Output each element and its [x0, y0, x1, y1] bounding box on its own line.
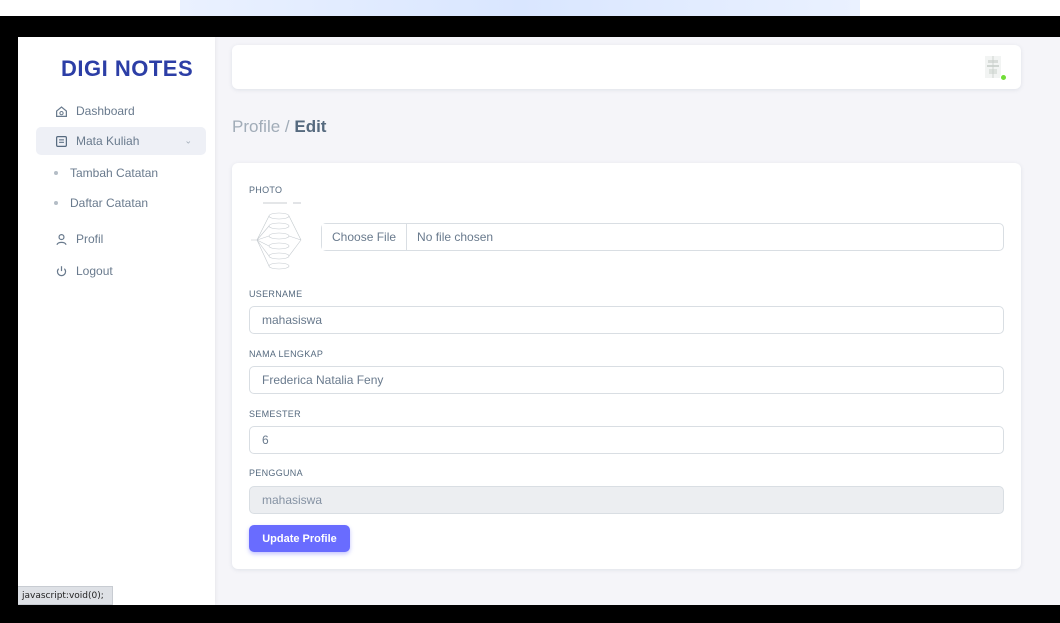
profile-photo-preview — [249, 200, 311, 274]
bullet-icon — [54, 201, 58, 205]
photo-label: PHOTO — [249, 185, 283, 195]
photo-thumbnail-image — [249, 200, 311, 274]
top-navbar — [232, 45, 1021, 89]
power-icon — [54, 264, 68, 278]
sidebar-item-label: Logout — [76, 264, 113, 278]
update-profile-button[interactable]: Update Profile — [249, 525, 350, 552]
sidebar-item-profil[interactable]: Profil — [36, 225, 206, 253]
choose-file-button[interactable]: Choose File — [322, 224, 408, 250]
page-title: Profile / Edit — [232, 117, 326, 137]
online-status-dot — [1000, 74, 1007, 81]
pengguna-label: PENGGUNA — [249, 468, 303, 478]
sidebar-subitem-daftar-catatan[interactable]: Daftar Catatan — [54, 193, 148, 213]
semester-label: SEMESTER — [249, 409, 301, 419]
breadcrumb-current: Edit — [294, 117, 327, 136]
sidebar-item-dashboard[interactable]: Dashboard — [36, 97, 206, 125]
username-input[interactable]: mahasiswa — [249, 306, 1004, 334]
top-strip — [0, 0, 1060, 16]
file-status-text: No file chosen — [417, 230, 494, 244]
chevron-down-icon: ⌄ — [184, 135, 192, 146]
sidebar-item-logout[interactable]: Logout — [36, 257, 206, 285]
fullname-label: NAMA LENGKAP — [249, 349, 324, 359]
browser-status-bar: javascript:void(0); — [18, 586, 113, 605]
header-band — [180, 0, 860, 16]
profile-edit-card: PHOTO Choose File No file chosen USERNAM… — [232, 163, 1021, 569]
sidebar-item-label: Profil — [76, 232, 104, 246]
sidebar-item-label: Tambah Catatan — [70, 166, 159, 180]
home-icon — [54, 104, 68, 118]
sidebar-subitem-tambah-catatan[interactable]: Tambah Catatan — [54, 163, 158, 183]
sidebar-item-label: Daftar Catatan — [70, 196, 149, 210]
notes-icon — [54, 134, 68, 148]
user-avatar[interactable] — [979, 53, 1007, 81]
pengguna-input: mahasiswa — [249, 486, 1004, 514]
sidebar-item-label: Mata Kuliah — [76, 134, 140, 148]
brand-logo[interactable]: DIGI NOTES — [61, 56, 193, 82]
fullname-input[interactable]: Frederica Natalia Feny — [249, 366, 1004, 394]
app-screen: DIGI NOTES Dashboard Mata Kuliah ⌄ Tamba… — [18, 37, 1060, 605]
bullet-icon — [54, 171, 58, 175]
sidebar-item-mata-kuliah[interactable]: Mata Kuliah ⌄ — [36, 127, 206, 155]
user-icon — [54, 232, 68, 246]
username-label: USERNAME — [249, 289, 303, 299]
sidebar-item-label: Dashboard — [76, 104, 135, 118]
semester-input[interactable]: 6 — [249, 426, 1004, 454]
breadcrumb-parent: Profile / — [232, 117, 295, 136]
sidebar: DIGI NOTES Dashboard Mata Kuliah ⌄ Tamba… — [18, 37, 215, 605]
photo-file-input[interactable]: Choose File No file chosen — [321, 223, 1004, 251]
